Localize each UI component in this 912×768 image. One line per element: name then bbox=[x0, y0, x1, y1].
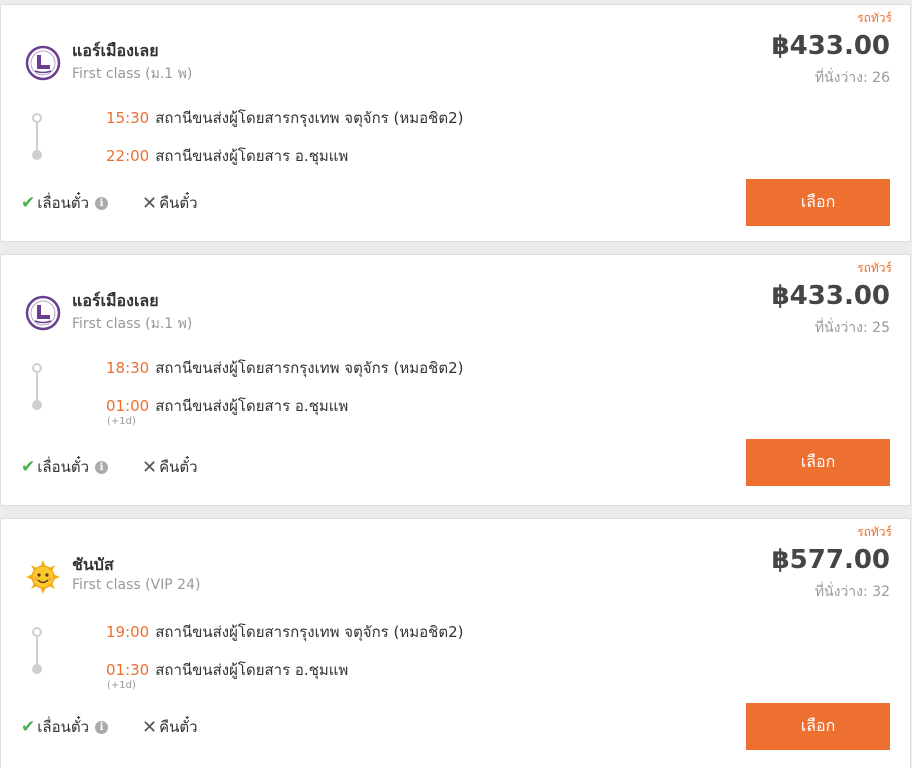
bus-type-tag: รถทัวร์ bbox=[857, 261, 892, 275]
select-button[interactable]: เลือก bbox=[746, 179, 890, 226]
ticket-features: ✔ เลื่อนตั๋ว i ✕ คืนตั๋ว bbox=[21, 455, 198, 479]
next-day-indicator: (+1d) bbox=[107, 416, 136, 427]
arrival-station: สถานีขนส่งผู้โดยสาร อ.ชุมแพ bbox=[155, 147, 349, 165]
reschedule-feature: ✔ เลื่อนตั๋ว i bbox=[21, 455, 108, 479]
reschedule-feature: ✔ เลื่อนตั๋ว i bbox=[21, 191, 108, 215]
sun-logo-icon bbox=[25, 559, 61, 595]
refund-label: คืนตั๋ว bbox=[159, 194, 198, 212]
bus-type-tag: รถทัวร์ bbox=[857, 525, 892, 539]
departure-time: 15:30 bbox=[106, 109, 150, 127]
operator-logo bbox=[25, 295, 61, 331]
departure-station: สถานีขนส่งผู้โดยสารกรุงเทพ จตุจักร (หมอช… bbox=[155, 109, 464, 127]
select-button[interactable]: เลือก bbox=[746, 439, 890, 486]
trip-card: รถทัวร์ ชันบัส First class (VIP 24) ฿577… bbox=[0, 518, 911, 768]
arrival-time: 01:30 bbox=[106, 661, 150, 679]
operator-name: แอร์เมืองเลย bbox=[72, 41, 159, 60]
reschedule-label: เลื่อนตั๋ว bbox=[37, 718, 89, 736]
operator-logo bbox=[25, 45, 61, 81]
cross-icon: ✕ bbox=[142, 716, 158, 738]
arrival-time: 22:00 bbox=[106, 147, 150, 165]
trip-card: รถทัวร์ แอร์เมืองเลย First class (ม.1 พ)… bbox=[0, 4, 911, 242]
departure-station: สถานีขนส่งผู้โดยสารกรุงเทพ จตุจักร (หมอช… bbox=[155, 623, 464, 641]
reschedule-label: เลื่อนตั๋ว bbox=[37, 458, 89, 476]
refund-feature: ✕ คืนตั๋ว bbox=[142, 455, 198, 479]
departure-station: สถานีขนส่งผู้โดยสารกรุงเทพ จตุจักร (หมอช… bbox=[155, 359, 464, 377]
bus-class: First class (ม.1 พ) bbox=[72, 316, 193, 332]
arrival-station: สถานีขนส่งผู้โดยสาร อ.ชุมแพ bbox=[155, 661, 349, 679]
operator-name: ชันบัส bbox=[72, 555, 114, 574]
departure-dot-icon bbox=[32, 363, 42, 373]
refund-feature: ✕ คืนตั๋ว bbox=[142, 715, 198, 739]
arrival-dot-icon bbox=[32, 664, 42, 674]
bus-type-tag: รถทัวร์ bbox=[857, 11, 892, 25]
departure-stop: 15:30 สถานีขนส่งผู้โดยสารกรุงเทพ จตุจักร … bbox=[106, 106, 463, 130]
arrival-dot-icon bbox=[32, 400, 42, 410]
reschedule-label: เลื่อนตั๋ว bbox=[37, 194, 89, 212]
info-icon[interactable]: i bbox=[95, 460, 108, 474]
price: ฿433.00 bbox=[771, 281, 890, 311]
bus-class: First class (VIP 24) bbox=[72, 577, 201, 593]
seats-available: ที่นั่งว่าง: 32 bbox=[814, 584, 890, 600]
price: ฿577.00 bbox=[771, 545, 890, 575]
arrival-stop: 01:30 สถานีขนส่งผู้โดยสาร อ.ชุมแพ bbox=[106, 658, 348, 682]
departure-time: 18:30 bbox=[106, 359, 150, 377]
ticket-features: ✔ เลื่อนตั๋ว i ✕ คืนตั๋ว bbox=[21, 191, 198, 215]
departure-stop: 19:00 สถานีขนส่งผู้โดยสารกรุงเทพ จตุจักร … bbox=[106, 620, 463, 644]
arrival-stop: 01:00 สถานีขนส่งผู้โดยสาร อ.ชุมแพ bbox=[106, 394, 348, 418]
arrival-time: 01:00 bbox=[106, 397, 150, 415]
departure-stop: 18:30 สถานีขนส่งผู้โดยสารกรุงเทพ จตุจักร … bbox=[106, 356, 463, 380]
arrival-stop: 22:00 สถานีขนส่งผู้โดยสาร อ.ชุมแพ bbox=[106, 144, 348, 168]
price: ฿433.00 bbox=[771, 31, 890, 61]
info-icon[interactable]: i bbox=[95, 720, 108, 734]
departure-dot-icon bbox=[32, 113, 42, 123]
ticket-features: ✔ เลื่อนตั๋ว i ✕ คืนตั๋ว bbox=[21, 715, 198, 739]
check-icon: ✔ bbox=[21, 457, 36, 477]
check-icon: ✔ bbox=[21, 717, 36, 737]
departure-dot-icon bbox=[32, 627, 42, 637]
next-day-indicator: (+1d) bbox=[107, 680, 136, 691]
refund-feature: ✕ คืนตั๋ว bbox=[142, 191, 198, 215]
arrival-station: สถานีขนส่งผู้โดยสาร อ.ชุมแพ bbox=[155, 397, 349, 415]
refund-label: คืนตั๋ว bbox=[159, 718, 198, 736]
cross-icon: ✕ bbox=[142, 192, 158, 214]
cross-icon: ✕ bbox=[142, 456, 158, 478]
departure-time: 19:00 bbox=[106, 623, 150, 641]
bus-class: First class (ม.1 พ) bbox=[72, 66, 193, 82]
select-button[interactable]: เลือก bbox=[746, 703, 890, 750]
refund-label: คืนตั๋ว bbox=[159, 458, 198, 476]
seats-available: ที่นั่งว่าง: 25 bbox=[814, 320, 890, 336]
trip-card: รถทัวร์ แอร์เมืองเลย First class (ม.1 พ)… bbox=[0, 254, 911, 506]
seats-available: ที่นั่งว่าง: 26 bbox=[814, 70, 890, 86]
info-icon[interactable]: i bbox=[95, 196, 108, 210]
arrival-dot-icon bbox=[32, 150, 42, 160]
check-icon: ✔ bbox=[21, 193, 36, 213]
operator-name: แอร์เมืองเลย bbox=[72, 291, 159, 310]
reschedule-feature: ✔ เลื่อนตั๋ว i bbox=[21, 715, 108, 739]
